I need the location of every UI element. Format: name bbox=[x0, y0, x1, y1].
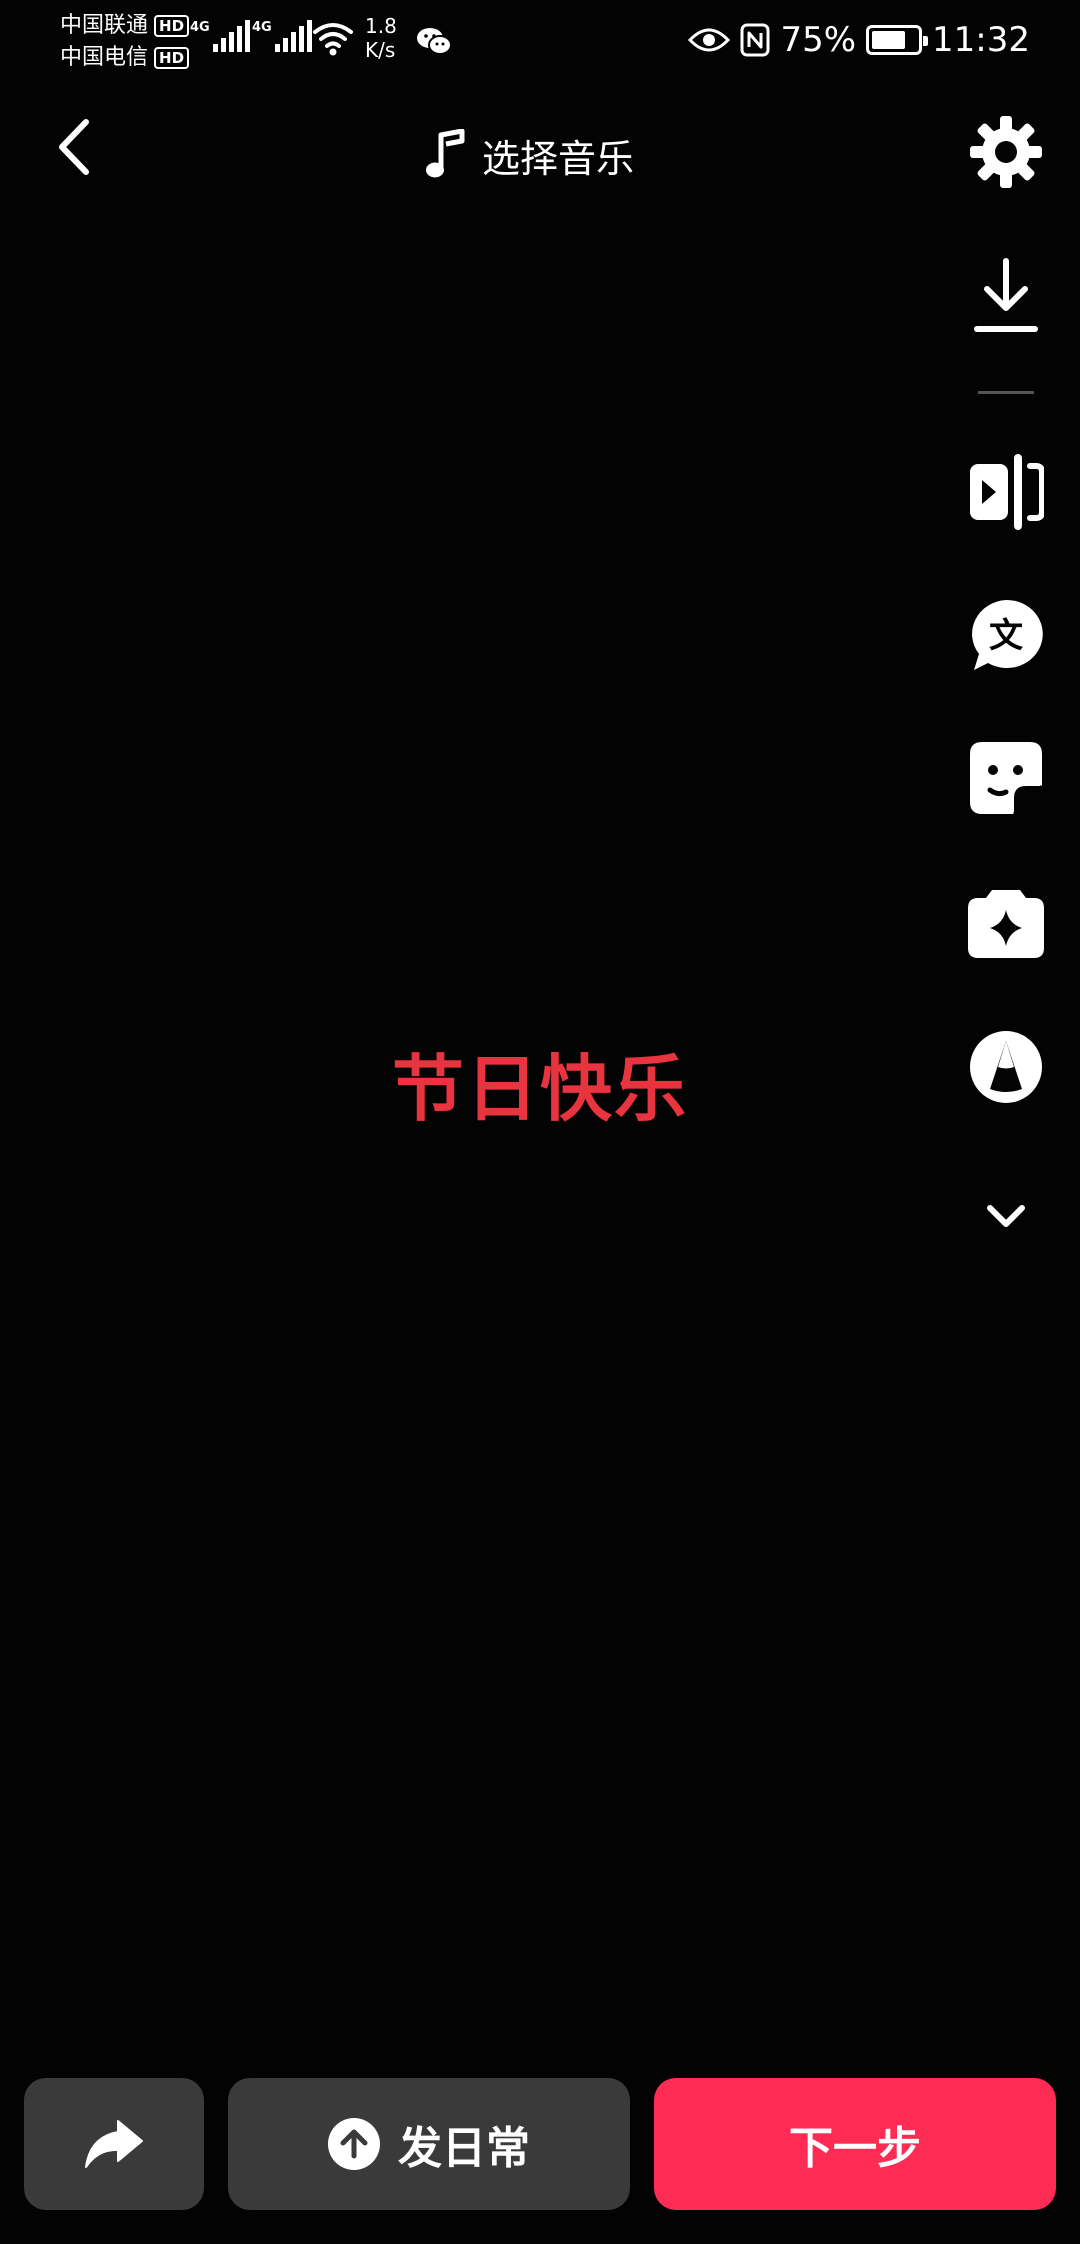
hd-badge: HD bbox=[154, 47, 190, 69]
chevron-down-icon bbox=[987, 1205, 1025, 1227]
status-right-group: 75% 11:32 bbox=[688, 14, 1030, 66]
settings-button[interactable] bbox=[966, 112, 1046, 192]
share-arrow-icon bbox=[85, 2120, 143, 2168]
clip-button[interactable] bbox=[966, 452, 1046, 532]
more-tools-button[interactable] bbox=[966, 1176, 1046, 1256]
hd-badge: HD bbox=[154, 15, 190, 37]
upload-arrow-icon bbox=[328, 2118, 380, 2170]
chevron-left-icon bbox=[59, 119, 89, 175]
signal-icon: 4G bbox=[252, 20, 312, 52]
gear-icon bbox=[970, 116, 1042, 188]
music-note-icon bbox=[426, 129, 465, 178]
download-icon bbox=[974, 258, 1038, 332]
sticker-icon bbox=[970, 742, 1044, 816]
nfc-icon bbox=[740, 23, 770, 57]
video-editor-screen: 中国联通 HD 中国电信 HD 4G 4G 1.8 K/s 75% 11:32 … bbox=[0, 0, 1080, 2244]
download-button[interactable] bbox=[966, 256, 1046, 336]
text-glyph: 文 bbox=[989, 616, 1023, 656]
carrier-row-2: 中国电信 HD bbox=[60, 42, 190, 74]
eye-icon bbox=[688, 28, 731, 52]
speed-unit: K/s bbox=[365, 38, 396, 62]
sparkle-icon bbox=[968, 890, 1044, 958]
network-tag: 4G bbox=[190, 20, 210, 35]
clock: 11:32 bbox=[932, 20, 1030, 60]
next-step-button[interactable]: 下一步 bbox=[654, 2078, 1056, 2210]
sticker-button[interactable] bbox=[966, 738, 1046, 818]
share-button[interactable] bbox=[24, 2078, 204, 2210]
signal-icon: 4G bbox=[190, 20, 250, 52]
carrier-1-label: 中国联通 bbox=[60, 13, 149, 38]
next-step-label: 下一步 bbox=[789, 2123, 921, 2174]
network-tag: 4G bbox=[252, 20, 272, 35]
toolbar-divider bbox=[978, 391, 1034, 394]
wifi-icon bbox=[313, 23, 353, 56]
canvas-text[interactable]: 节日快乐 bbox=[0, 1030, 1080, 1135]
back-button[interactable] bbox=[48, 112, 100, 182]
battery-fill bbox=[872, 31, 906, 49]
text-button[interactable]: 文 bbox=[966, 596, 1046, 676]
battery-icon bbox=[866, 25, 929, 55]
post-daily-label: 发日常 bbox=[398, 2123, 530, 2174]
wechat-icon bbox=[417, 28, 452, 55]
speed-value: 1.8 bbox=[365, 14, 397, 38]
status-bar: 中国联通 HD 中国电信 HD 4G 4G 1.8 K/s 75% 11:32 bbox=[0, 0, 1080, 80]
carrier-2-label: 中国电信 bbox=[60, 45, 149, 70]
select-music-button[interactable]: 选择音乐 bbox=[424, 122, 634, 188]
effects-button[interactable] bbox=[966, 884, 1046, 964]
post-daily-button[interactable]: 发日常 bbox=[228, 2078, 630, 2210]
video-trim-icon bbox=[970, 454, 1044, 530]
battery-percentage: 75% bbox=[780, 20, 857, 60]
network-speed: 1.8 K/s bbox=[365, 14, 397, 62]
carrier-info: 中国联通 HD 中国电信 HD bbox=[60, 10, 190, 74]
carrier-row-1: 中国联通 HD bbox=[60, 10, 190, 42]
text-bubble-icon: 文 bbox=[972, 599, 1043, 670]
select-music-label: 选择音乐 bbox=[482, 136, 635, 181]
